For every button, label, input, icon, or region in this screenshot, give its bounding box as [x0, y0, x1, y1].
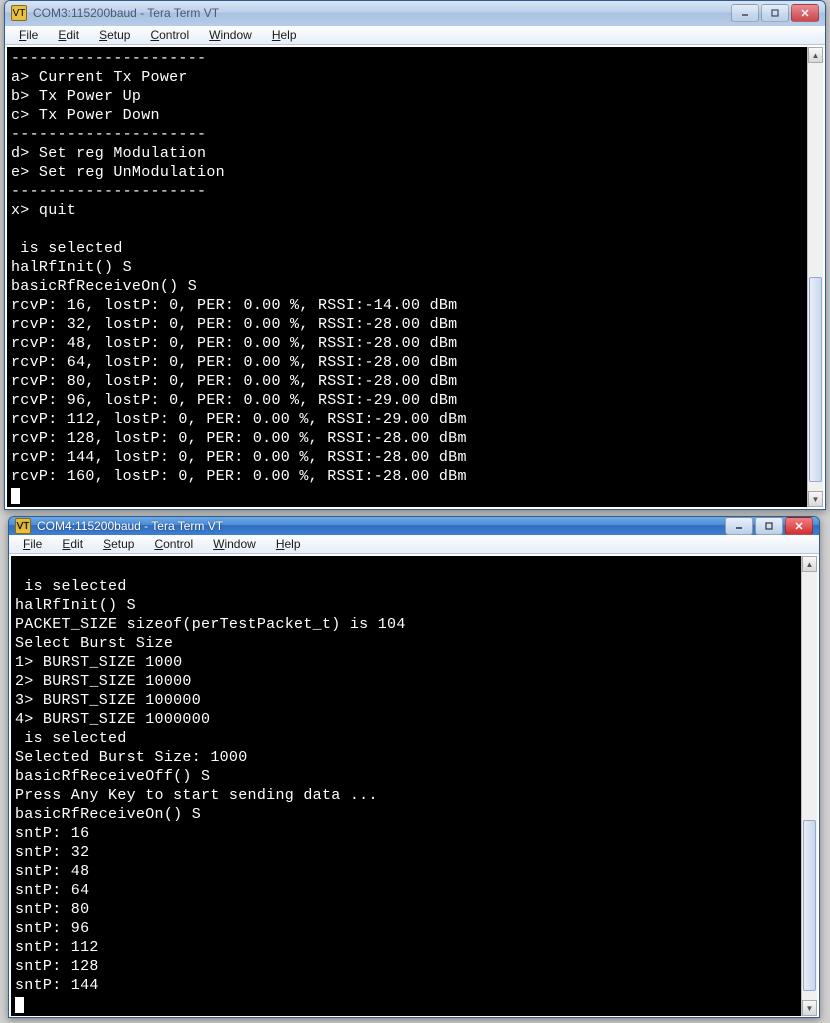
- terminal-area: --------------------- a> Current Tx Powe…: [5, 45, 825, 509]
- close-button[interactable]: [785, 517, 813, 535]
- scrollbar[interactable]: ▲ ▼: [807, 47, 823, 507]
- minimize-button[interactable]: [725, 517, 753, 535]
- scroll-track[interactable]: [808, 63, 823, 491]
- scroll-down-button[interactable]: ▼: [808, 491, 823, 507]
- scroll-thumb[interactable]: [809, 277, 822, 482]
- menu-help[interactable]: Help: [268, 535, 309, 553]
- window-buttons: [725, 517, 813, 535]
- titlebar[interactable]: VT COM4:115200baud - Tera Term VT: [9, 517, 819, 535]
- app-icon: VT: [15, 518, 31, 534]
- app-icon: VT: [11, 5, 27, 21]
- scroll-down-button[interactable]: ▼: [802, 1000, 817, 1016]
- menu-setup[interactable]: Setup: [91, 26, 138, 44]
- menu-file[interactable]: File: [15, 535, 50, 553]
- menu-edit[interactable]: Edit: [54, 535, 91, 553]
- scrollbar[interactable]: ▲ ▼: [801, 556, 817, 1016]
- terminal-window-com3: VT COM3:115200baud - Tera Term VT File E…: [4, 0, 826, 510]
- menubar: File Edit Setup Control Window Help: [9, 535, 819, 554]
- menu-control[interactable]: Control: [142, 26, 197, 44]
- terminal-output[interactable]: --------------------- a> Current Tx Powe…: [7, 47, 807, 507]
- terminal-area: is selected halRfInit() S PACKET_SIZE si…: [9, 554, 819, 1018]
- window-buttons: [731, 4, 819, 22]
- terminal-output[interactable]: is selected halRfInit() S PACKET_SIZE si…: [11, 556, 801, 1016]
- menu-window[interactable]: Window: [201, 26, 260, 44]
- scroll-thumb[interactable]: [803, 820, 816, 991]
- scroll-up-button[interactable]: ▲: [802, 556, 817, 572]
- terminal-window-com4: VT COM4:115200baud - Tera Term VT File E…: [8, 516, 820, 1018]
- menubar: File Edit Setup Control Window Help: [5, 26, 825, 45]
- maximize-button[interactable]: [755, 517, 783, 535]
- menu-control[interactable]: Control: [146, 535, 201, 553]
- minimize-button[interactable]: [731, 4, 759, 22]
- close-button[interactable]: [791, 4, 819, 22]
- menu-help[interactable]: Help: [264, 26, 305, 44]
- scroll-track[interactable]: [802, 572, 817, 1000]
- scroll-up-button[interactable]: ▲: [808, 47, 823, 63]
- menu-window[interactable]: Window: [205, 535, 264, 553]
- menu-setup[interactable]: Setup: [95, 535, 142, 553]
- menu-edit[interactable]: Edit: [50, 26, 87, 44]
- menu-file[interactable]: File: [11, 26, 46, 44]
- maximize-button[interactable]: [761, 4, 789, 22]
- titlebar[interactable]: VT COM3:115200baud - Tera Term VT: [5, 1, 825, 26]
- window-title: COM4:115200baud - Tera Term VT: [37, 519, 725, 533]
- window-title: COM3:115200baud - Tera Term VT: [33, 6, 731, 20]
